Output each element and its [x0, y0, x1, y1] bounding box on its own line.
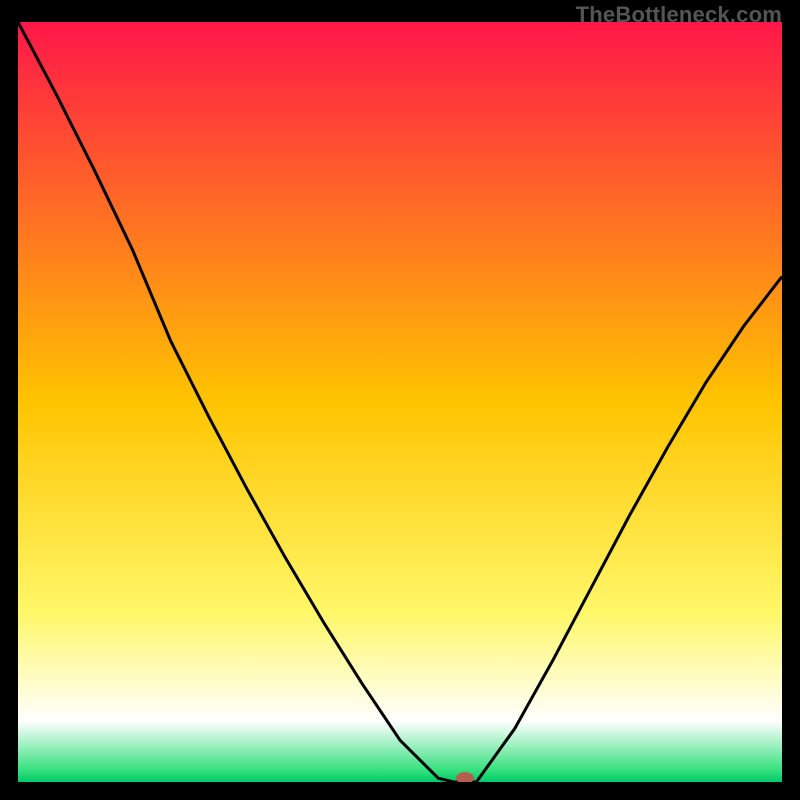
chart-plot [18, 22, 782, 782]
chart-svg [18, 22, 782, 782]
chart-background [18, 22, 782, 782]
chart-frame: TheBottleneck.com [0, 0, 800, 800]
